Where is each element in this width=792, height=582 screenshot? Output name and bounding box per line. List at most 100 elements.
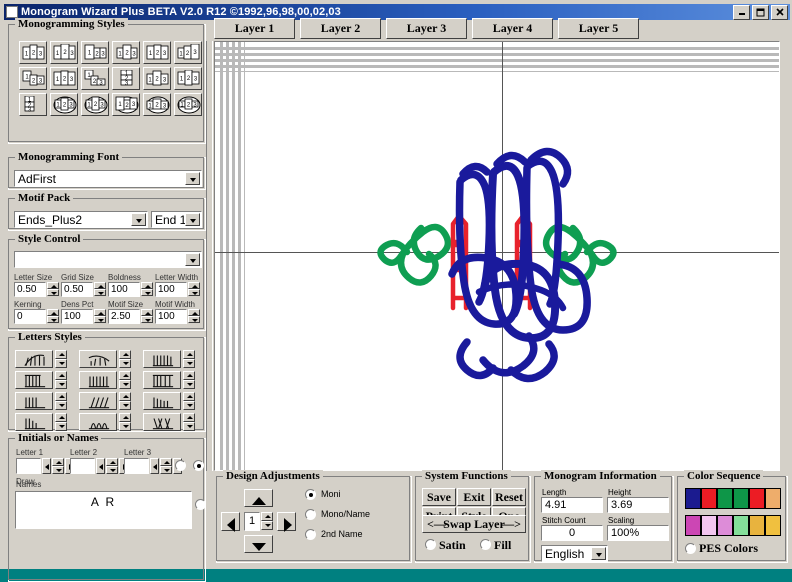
names-radio[interactable] (195, 499, 206, 510)
monogram-style-button-6[interactable]: 123 (173, 40, 202, 64)
design-radio-mono-name[interactable] (305, 509, 316, 520)
monogram-style-button-15[interactable]: 123 (80, 92, 109, 116)
letter-input-3[interactable] (124, 458, 149, 474)
monogram-style-button-1[interactable]: 123 (18, 40, 47, 64)
letter-style-button-6[interactable] (143, 371, 181, 389)
letter-style-spinner-11[interactable] (119, 413, 131, 431)
color-swatch-row2-4[interactable] (733, 515, 749, 536)
monogram-style-button-17[interactable]: 123 (142, 92, 171, 116)
color-swatch-row2-5[interactable] (749, 515, 765, 536)
field-input-motif-width[interactable]: 100 (155, 309, 187, 324)
chevron-down-icon[interactable] (185, 253, 200, 266)
field-spinner-letter-size[interactable] (47, 282, 59, 297)
letter-style-spinner-3[interactable] (183, 350, 195, 368)
color-swatch-row1-1[interactable] (685, 488, 701, 509)
monogram-style-button-13[interactable]: 123 (18, 92, 47, 116)
letter-style-spinner-7[interactable] (55, 392, 67, 410)
monogram-style-button-14[interactable]: 123 (49, 92, 78, 116)
chevron-down-icon[interactable] (185, 172, 200, 185)
monogram-style-button-18[interactable]: 123 (173, 92, 202, 116)
letter-prev-button-3[interactable] (150, 458, 159, 474)
nudge-right-button[interactable] (277, 512, 296, 532)
monogram-style-button-7[interactable]: 123 (18, 66, 47, 90)
letter-input-2[interactable] (70, 458, 95, 474)
swap-layer-bar[interactable]: <— Swap Layer —> (422, 515, 526, 533)
monogram-style-button-5[interactable]: 123 (142, 40, 171, 64)
letter-style-spinner-9[interactable] (183, 392, 195, 410)
color-swatch-row2-2[interactable] (701, 515, 717, 536)
monogram-style-button-8[interactable]: 123 (49, 66, 78, 90)
monogram-style-button-10[interactable]: 123 (111, 66, 140, 90)
color-swatch-row2-1[interactable] (685, 515, 701, 536)
chevron-down-icon[interactable] (185, 213, 200, 226)
letter-style-spinner-4[interactable] (55, 371, 67, 389)
monogram-style-button-9[interactable]: 123 (80, 66, 109, 90)
color-swatch-row1-2[interactable] (701, 488, 717, 509)
letter-style-spinner-6[interactable] (183, 371, 195, 389)
letter-style-button-2[interactable] (79, 350, 117, 368)
field-input-letter-size[interactable]: 0.50 (14, 282, 46, 297)
layer-tab-3[interactable]: Layer 3 (386, 18, 467, 39)
letter-style-spinner-12[interactable] (183, 413, 195, 431)
monogram-style-button-11[interactable]: 123 (142, 66, 171, 90)
monogram-style-button-16[interactable]: 123 (111, 92, 140, 116)
maximize-button[interactable] (752, 4, 769, 20)
monogram-style-button-2[interactable]: 123 (49, 40, 78, 64)
field-spinner-motif-size[interactable] (141, 309, 153, 324)
letter-style-spinner-8[interactable] (119, 392, 131, 410)
letter-style-spinner-10[interactable] (55, 413, 67, 431)
field-spinner-boldness[interactable] (141, 282, 153, 297)
nudge-up-button[interactable] (244, 489, 273, 507)
field-input-grid-size[interactable]: 0.50 (61, 282, 93, 297)
color-swatch-row1-4[interactable] (733, 488, 749, 509)
nudge-down-button[interactable] (244, 535, 273, 553)
letter-style-button-11[interactable] (79, 413, 117, 431)
nudge-left-button[interactable] (221, 512, 240, 532)
scaling-field[interactable]: 100% (607, 525, 669, 541)
minimize-button[interactable] (733, 4, 750, 20)
monogram-style-button-4[interactable]: 123 (111, 40, 140, 64)
letter-style-button-10[interactable] (15, 413, 53, 431)
letter-style-button-8[interactable] (79, 392, 117, 410)
language-combo[interactable]: English (541, 545, 608, 562)
exit-button[interactable]: Exit (457, 488, 491, 506)
letter-style-button-4[interactable] (15, 371, 53, 389)
color-swatch-row2-3[interactable] (717, 515, 733, 536)
color-swatch-row2-6[interactable] (765, 515, 781, 536)
monogramming-font-combo[interactable]: AdFirst (14, 170, 202, 187)
layer-tab-1[interactable]: Layer 1 (214, 18, 295, 39)
field-input-kerning[interactable]: 0 (14, 309, 46, 324)
length-field[interactable]: 4.91 (541, 497, 603, 513)
letter-prev-button-2[interactable] (96, 458, 105, 474)
letter-style-button-7[interactable] (15, 392, 53, 410)
field-input-letter-width[interactable]: 100 (155, 282, 187, 297)
field-spinner-letter-width[interactable] (188, 282, 200, 297)
letter-style-button-5[interactable] (79, 371, 117, 389)
draw-radio-0[interactable] (175, 460, 186, 471)
save-button[interactable]: Save (422, 488, 456, 506)
field-input-motif-size[interactable]: 2.50 (108, 309, 140, 324)
chevron-down-icon[interactable] (591, 547, 606, 560)
field-spinner-motif-width[interactable] (188, 309, 200, 324)
letter-style-button-1[interactable] (15, 350, 53, 368)
letter-spinner-3[interactable] (160, 458, 172, 474)
design-canvas[interactable] (214, 41, 780, 471)
swap-right-arrow[interactable]: —> (502, 517, 521, 532)
letter-spinner-1[interactable] (52, 458, 64, 474)
letter-input-1[interactable] (16, 458, 41, 474)
layer-tab-2[interactable]: Layer 2 (300, 18, 381, 39)
motif-end-combo[interactable]: End 12 (151, 211, 202, 228)
letter-prev-button-1[interactable] (42, 458, 51, 474)
field-input-dens-pct[interactable]: 100 (61, 309, 93, 324)
field-spinner-kerning[interactable] (47, 309, 59, 324)
satin-radio[interactable] (425, 539, 436, 550)
color-swatch-row1-5[interactable] (749, 488, 765, 509)
monogram-style-button-12[interactable]: 123 (173, 66, 202, 90)
field-spinner-grid-size[interactable] (94, 282, 106, 297)
step-spinner[interactable] (261, 512, 273, 531)
letter-style-button-9[interactable] (143, 392, 181, 410)
field-input-boldness[interactable]: 100 (108, 282, 140, 297)
letter-style-button-12[interactable] (143, 413, 181, 431)
layer-tab-4[interactable]: Layer 4 (472, 18, 553, 39)
style-control-combo[interactable] (14, 251, 202, 268)
